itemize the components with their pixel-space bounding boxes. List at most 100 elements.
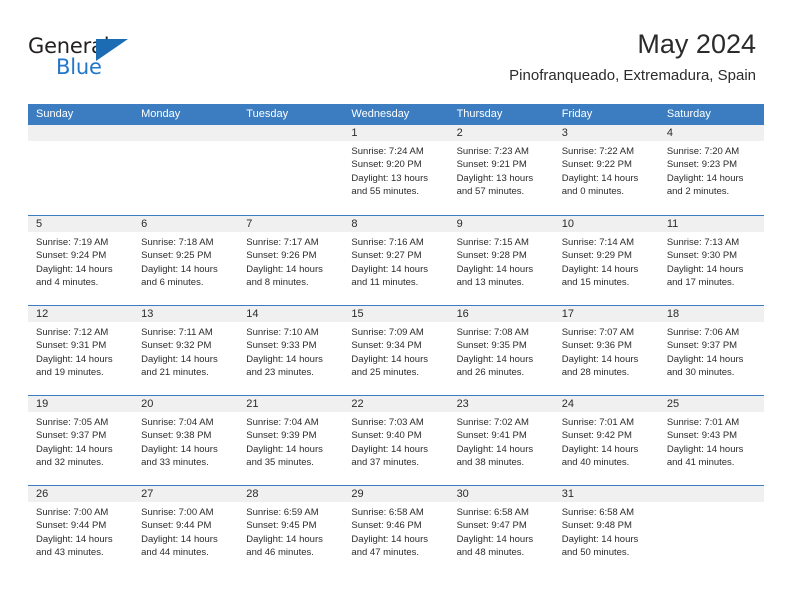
day-number bbox=[658, 486, 764, 502]
day-cell-23[interactable]: 23 Sunrise: 7:02 AM Sunset: 9:41 PM Dayligh… bbox=[448, 396, 554, 485]
sunset-text: Sunset: 9:41 PM bbox=[456, 430, 527, 442]
day-cell-31[interactable]: 31 Sunrise: 6:58 AM Sunset: 9:48 PM Dayligh… bbox=[553, 486, 659, 575]
page-title: May 2024 bbox=[637, 29, 756, 59]
daylight-text-cont: and 48 minutes. bbox=[456, 547, 525, 559]
day-number: 31 bbox=[553, 486, 659, 502]
day-cell-27[interactable]: 27 Sunrise: 7:00 AM Sunset: 9:44 PM Dayligh… bbox=[133, 486, 239, 575]
sunset-text: Sunset: 9:47 PM bbox=[456, 520, 527, 532]
sunset-text: Sunset: 9:34 PM bbox=[351, 340, 422, 352]
day-details: Sunrise: 7:19 AM Sunset: 9:24 PM Daylight:… bbox=[28, 232, 133, 290]
day-details bbox=[28, 141, 133, 145]
day-details: Sunrise: 7:08 AM Sunset: 9:35 PM Daylight:… bbox=[449, 322, 554, 380]
day-cell-29[interactable]: 29 Sunrise: 6:58 AM Sunset: 9:46 PM Dayligh… bbox=[343, 486, 449, 575]
day-details: Sunrise: 7:01 AM Sunset: 9:42 PM Daylight:… bbox=[554, 412, 659, 470]
day-cell-25[interactable]: 25 Sunrise: 7:01 AM Sunset: 9:43 PM Dayligh… bbox=[658, 396, 764, 485]
day-cell-7[interactable]: 7 Sunrise: 7:17 AM Sunset: 9:26 PM Daylight… bbox=[238, 216, 344, 305]
day-details: Sunrise: 7:07 AM Sunset: 9:36 PM Daylight:… bbox=[554, 322, 659, 380]
day-details: Sunrise: 7:02 AM Sunset: 9:41 PM Daylight:… bbox=[449, 412, 554, 470]
daylight-text-cont: and 40 minutes. bbox=[561, 457, 630, 469]
day-cell-3[interactable]: 3 Sunrise: 7:22 AM Sunset: 9:22 PM Daylight… bbox=[553, 125, 659, 215]
daylight-text: Daylight: 14 hours bbox=[36, 533, 113, 545]
day-details bbox=[133, 141, 238, 145]
daylight-text: Daylight: 14 hours bbox=[141, 443, 218, 455]
sunset-text: Sunset: 9:31 PM bbox=[36, 340, 107, 352]
sunrise-text: Sunrise: 7:00 AM bbox=[36, 507, 109, 518]
sunset-text: Sunset: 9:37 PM bbox=[666, 340, 738, 352]
day-details: Sunrise: 7:01 AM Sunset: 9:43 PM Daylight:… bbox=[659, 412, 764, 470]
day-cell-1[interactable]: 1 Sunrise: 7:24 AM Sunset: 9:20 PM Daylight… bbox=[343, 125, 449, 215]
day-cell-15[interactable]: 15 Sunrise: 7:09 AM Sunset: 9:34 PM Dayligh… bbox=[343, 306, 449, 395]
day-details: Sunrise: 7:10 AM Sunset: 9:33 PM Daylight:… bbox=[238, 322, 343, 380]
day-cell-18[interactable]: 18 Sunrise: 7:06 AM Sunset: 9:37 PM Dayligh… bbox=[658, 306, 764, 395]
sunrise-text: Sunrise: 7:22 AM bbox=[561, 146, 635, 157]
day-cell-30[interactable]: 30 Sunrise: 6:58 AM Sunset: 9:47 PM Dayligh… bbox=[448, 486, 554, 575]
sunset-text: Sunset: 9:24 PM bbox=[36, 250, 107, 262]
day-cell-14[interactable]: 14 Sunrise: 7:10 AM Sunset: 9:33 PM Dayligh… bbox=[238, 306, 344, 395]
sunset-text: Sunset: 9:25 PM bbox=[141, 250, 212, 262]
day-details: Sunrise: 7:12 AM Sunset: 9:31 PM Daylight:… bbox=[28, 322, 133, 380]
day-details bbox=[659, 502, 764, 506]
daylight-text: Daylight: 14 hours bbox=[561, 172, 639, 184]
day-number: 28 bbox=[238, 486, 344, 502]
sunrise-text: Sunrise: 7:16 AM bbox=[351, 237, 424, 248]
day-number bbox=[133, 125, 239, 141]
day-cell-9[interactable]: 9 Sunrise: 7:15 AM Sunset: 9:28 PM Daylight… bbox=[448, 216, 554, 305]
weekday-header-thursday: Thursday bbox=[456, 108, 503, 120]
calendar-grid: Sunday Monday Tuesday Wednesday Thursday Frid… bbox=[28, 104, 764, 575]
day-cell-6[interactable]: 6 Sunrise: 7:18 AM Sunset: 9:25 PM Daylight… bbox=[133, 216, 239, 305]
sunset-text: Sunset: 9:40 PM bbox=[351, 430, 422, 442]
day-cell-21[interactable]: 21 Sunrise: 7:04 AM Sunset: 9:39 PM Dayligh… bbox=[238, 396, 344, 485]
day-number: 15 bbox=[343, 306, 449, 322]
daylight-text: Daylight: 14 hours bbox=[246, 263, 323, 275]
sunset-text: Sunset: 9:22 PM bbox=[561, 159, 632, 171]
weekday-header-sunday: Sunday bbox=[36, 108, 74, 120]
day-cell-11[interactable]: 11 Sunrise: 7:13 AM Sunset: 9:30 PM Dayligh… bbox=[658, 216, 764, 305]
calendar-week-row: 12 Sunrise: 7:12 AM Sunset: 9:31 PM Dayligh… bbox=[28, 305, 764, 395]
daylight-text-cont: and 2 minutes. bbox=[666, 186, 730, 198]
day-number: 2 bbox=[448, 125, 554, 141]
day-cell-13[interactable]: 13 Sunrise: 7:11 AM Sunset: 9:32 PM Dayligh… bbox=[133, 306, 239, 395]
general-blue-logo[interactable]: General Blue bbox=[28, 34, 158, 90]
daylight-text: Daylight: 14 hours bbox=[351, 533, 428, 545]
day-details: Sunrise: 7:03 AM Sunset: 9:40 PM Daylight:… bbox=[343, 412, 448, 470]
sunrise-text: Sunrise: 7:07 AM bbox=[561, 327, 635, 338]
day-cell-20[interactable]: 20 Sunrise: 7:04 AM Sunset: 9:38 PM Dayligh… bbox=[133, 396, 239, 485]
day-number: 29 bbox=[343, 486, 449, 502]
day-cell-5[interactable]: 5 Sunrise: 7:19 AM Sunset: 9:24 PM Daylight… bbox=[28, 216, 134, 305]
day-cell-26[interactable]: 26 Sunrise: 7:00 AM Sunset: 9:44 PM Dayligh… bbox=[28, 486, 134, 575]
day-cell-17[interactable]: 17 Sunrise: 7:07 AM Sunset: 9:36 PM Dayligh… bbox=[553, 306, 659, 395]
day-details: Sunrise: 7:09 AM Sunset: 9:34 PM Daylight:… bbox=[343, 322, 448, 380]
daylight-text-cont: and 44 minutes. bbox=[141, 547, 209, 559]
sunrise-text: Sunrise: 7:05 AM bbox=[36, 417, 109, 428]
day-cell-8[interactable]: 8 Sunrise: 7:16 AM Sunset: 9:27 PM Daylight… bbox=[343, 216, 449, 305]
day-details: Sunrise: 7:04 AM Sunset: 9:38 PM Daylight:… bbox=[133, 412, 238, 470]
daylight-text-cont: and 37 minutes. bbox=[351, 457, 420, 469]
logo-text-blue: Blue bbox=[56, 55, 102, 79]
day-number: 11 bbox=[658, 216, 764, 232]
daylight-text: Daylight: 14 hours bbox=[246, 353, 323, 365]
day-cell-2[interactable]: 2 Sunrise: 7:23 AM Sunset: 9:21 PM Daylight… bbox=[448, 125, 554, 215]
day-details: Sunrise: 7:11 AM Sunset: 9:32 PM Daylight:… bbox=[133, 322, 238, 380]
day-cell-12[interactable]: 12 Sunrise: 7:12 AM Sunset: 9:31 PM Dayligh… bbox=[28, 306, 134, 395]
daylight-text: Daylight: 14 hours bbox=[456, 443, 534, 455]
day-number: 19 bbox=[28, 396, 134, 412]
weekday-header-friday: Friday bbox=[561, 108, 593, 120]
sunset-text: Sunset: 9:39 PM bbox=[246, 430, 317, 442]
daylight-text: Daylight: 14 hours bbox=[666, 443, 744, 455]
daylight-text: Daylight: 14 hours bbox=[246, 443, 323, 455]
day-cell-24[interactable]: 24 Sunrise: 7:01 AM Sunset: 9:42 PM Dayligh… bbox=[553, 396, 659, 485]
day-cell-4[interactable]: 4 Sunrise: 7:20 AM Sunset: 9:23 PM Daylight… bbox=[658, 125, 764, 215]
sunset-text: Sunset: 9:35 PM bbox=[456, 340, 527, 352]
weekday-header-tuesday: Tuesday bbox=[246, 108, 289, 120]
day-number: 9 bbox=[448, 216, 554, 232]
daylight-text: Daylight: 14 hours bbox=[561, 533, 639, 545]
sunset-text: Sunset: 9:43 PM bbox=[666, 430, 738, 442]
day-cell-10[interactable]: 10 Sunrise: 7:14 AM Sunset: 9:29 PM Dayligh… bbox=[553, 216, 659, 305]
day-cell-28[interactable]: 28 Sunrise: 6:59 AM Sunset: 9:45 PM Dayligh… bbox=[238, 486, 344, 575]
day-cell-22[interactable]: 22 Sunrise: 7:03 AM Sunset: 9:40 PM Dayligh… bbox=[343, 396, 449, 485]
day-cell-16[interactable]: 16 Sunrise: 7:08 AM Sunset: 9:35 PM Dayligh… bbox=[448, 306, 554, 395]
day-details: Sunrise: 7:00 AM Sunset: 9:44 PM Daylight:… bbox=[133, 502, 238, 560]
sunset-text: Sunset: 9:28 PM bbox=[456, 250, 527, 262]
day-cell-19[interactable]: 19 Sunrise: 7:05 AM Sunset: 9:37 PM Dayligh… bbox=[28, 396, 134, 485]
daylight-text-cont: and 35 minutes. bbox=[246, 457, 314, 469]
